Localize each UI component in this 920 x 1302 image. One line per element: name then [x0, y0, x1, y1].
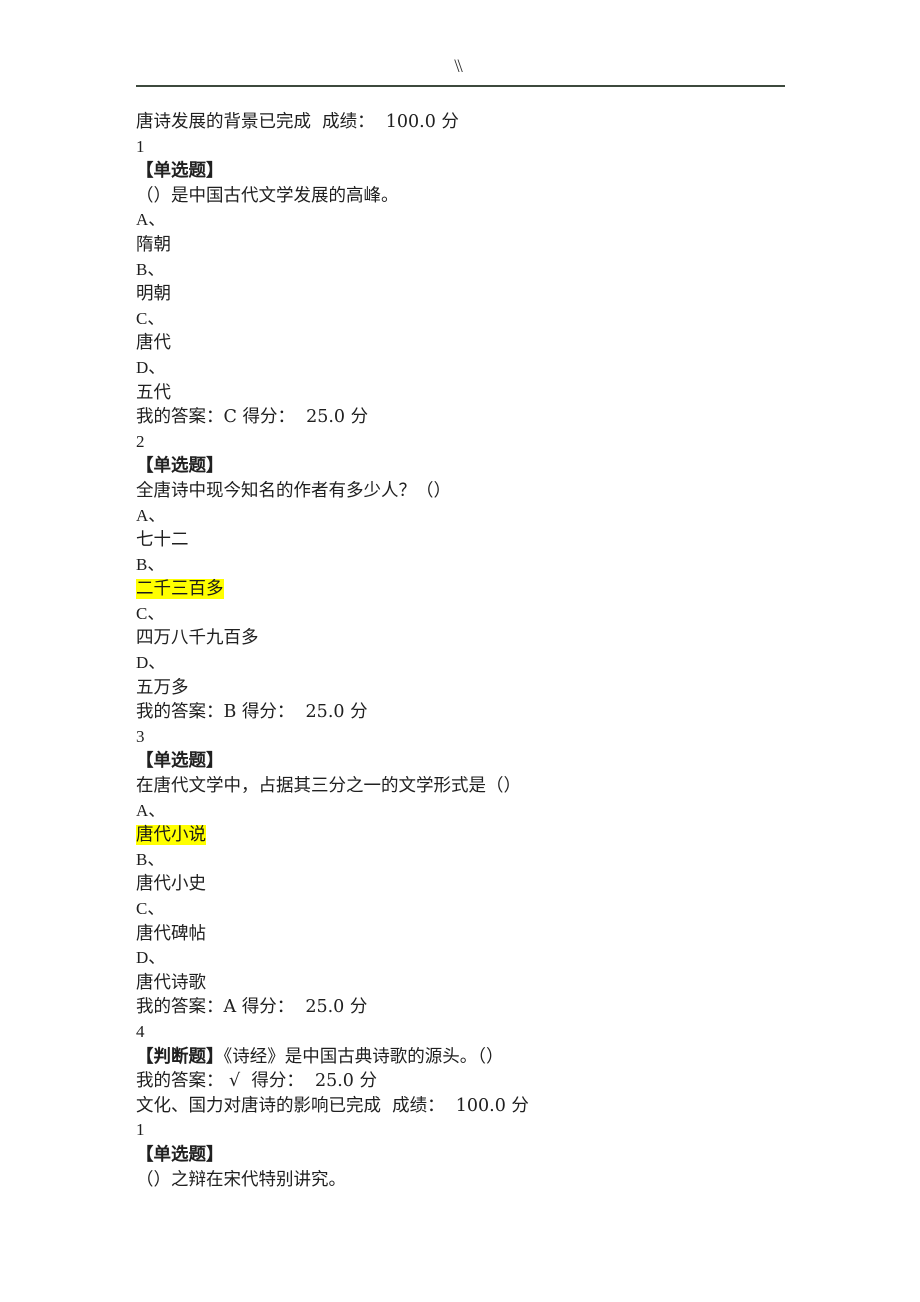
- question-index: 4: [136, 1021, 145, 1041]
- question-type-tag: 【判断题】: [136, 1046, 224, 1067]
- option-text-highlight[interactable]: 唐代小说: [136, 825, 206, 846]
- option-text[interactable]: 二千三百多: [136, 577, 896, 602]
- question-stem: 全唐诗中现今知名的作者有多少人？（）: [136, 480, 451, 501]
- running-header: \\: [0, 0, 920, 96]
- question-type-tag: 【单选题】: [136, 456, 224, 477]
- option-text[interactable]: 五万多: [136, 676, 896, 701]
- question-stem: （）之辩在宋代特别讲究。: [136, 1169, 346, 1190]
- option-label[interactable]: A、: [136, 799, 896, 824]
- question-type-tag: 【单选题】: [136, 751, 224, 772]
- my-answer-line: 我的答案：A 得分： 25.0 分: [136, 997, 368, 1018]
- document-page: \\ 唐诗发展的背景已完成 成绩： 100.0 分 1 【单选题】 （）是中国古代文学…: [0, 0, 920, 1302]
- option-text[interactable]: 唐代碑帖: [136, 922, 896, 947]
- question-stem: 在唐代文学中，占据其三分之一的文学形式是（）: [136, 776, 521, 797]
- option-text[interactable]: 五代: [136, 381, 896, 406]
- question-type-tag: 【单选题】: [136, 1144, 224, 1165]
- option-label[interactable]: C、: [136, 307, 896, 332]
- option-text[interactable]: 唐代小说: [136, 823, 896, 848]
- my-answer-line: 我的答案： √ 得分： 25.0 分: [136, 1071, 377, 1092]
- option-label[interactable]: B、: [136, 258, 896, 283]
- question-index: 1: [136, 1120, 145, 1140]
- question-tag-and-stem: 【判断题】《诗经》是中国古典诗歌的源头。（）: [136, 1045, 896, 1070]
- option-text[interactable]: 七十二: [136, 528, 896, 553]
- option-label[interactable]: C、: [136, 602, 896, 627]
- option-text-highlight[interactable]: 二千三百多: [136, 579, 224, 600]
- header-mark: \\: [454, 56, 463, 77]
- option-text[interactable]: 隋朝: [136, 233, 896, 258]
- option-label[interactable]: C、: [136, 897, 896, 922]
- option-label[interactable]: B、: [136, 848, 896, 873]
- option-label[interactable]: B、: [136, 553, 896, 578]
- my-answer-line: 我的答案：B 得分： 25.0 分: [136, 702, 368, 723]
- option-text[interactable]: 四万八千九百多: [136, 626, 896, 651]
- question-index: 1: [136, 136, 145, 156]
- header-divider: [136, 85, 785, 87]
- question-stem: （）是中国古代文学发展的高峰。: [136, 185, 399, 206]
- document-body: 唐诗发展的背景已完成 成绩： 100.0 分 1 【单选题】 （）是中国古代文学发展的…: [136, 110, 896, 1192]
- option-text[interactable]: 唐代诗歌: [136, 971, 896, 996]
- option-text[interactable]: 唐代小史: [136, 872, 896, 897]
- option-label[interactable]: D、: [136, 946, 896, 971]
- question-type-tag: 【单选题】: [136, 161, 224, 182]
- option-label[interactable]: D、: [136, 356, 896, 381]
- option-text[interactable]: 唐代: [136, 331, 896, 356]
- option-label[interactable]: A、: [136, 504, 896, 529]
- my-answer-line: 我的答案：C 得分： 25.0 分: [136, 407, 369, 428]
- option-label[interactable]: A、: [136, 208, 896, 233]
- section-heading: 唐诗发展的背景已完成 成绩： 100.0 分: [136, 112, 459, 132]
- section-heading: 文化、国力对唐诗的影响已完成 成绩： 100.0 分: [136, 1095, 529, 1116]
- question-stem: 《诗经》是中国古典诗歌的源头。（）: [223, 1046, 504, 1067]
- option-text[interactable]: 明朝: [136, 282, 896, 307]
- question-index: 2: [136, 431, 145, 451]
- question-index: 3: [136, 726, 145, 746]
- option-label[interactable]: D、: [136, 651, 896, 676]
